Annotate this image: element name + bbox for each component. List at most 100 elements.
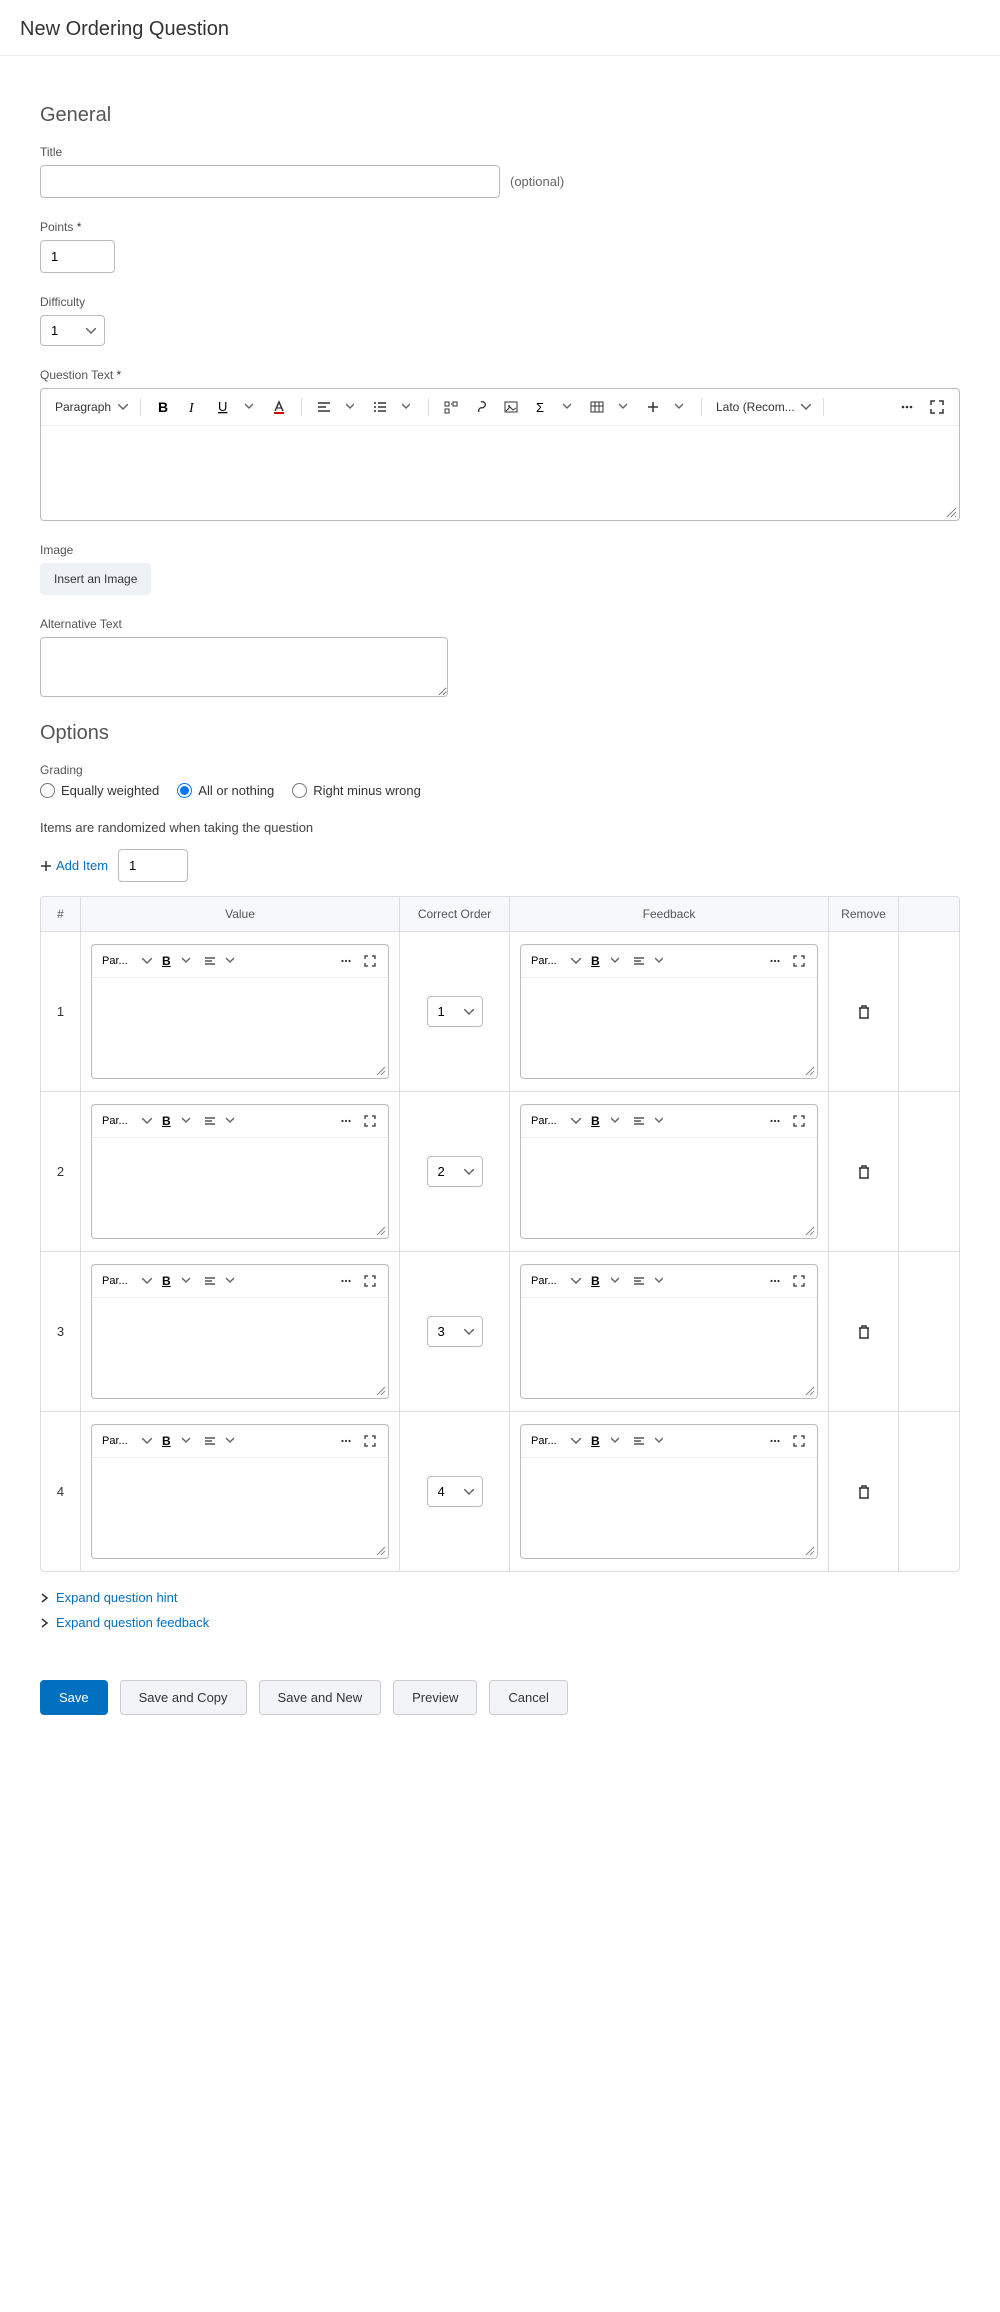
chevron-down-icon[interactable] [605, 1431, 625, 1451]
bold-icon[interactable]: B [156, 1271, 176, 1291]
equation-icon[interactable]: Σ [529, 395, 553, 419]
trash-icon[interactable] [857, 1004, 871, 1020]
more-icon[interactable] [336, 1271, 356, 1291]
paragraph-style-select[interactable]: Par... [100, 1274, 152, 1288]
link-icon[interactable] [469, 395, 493, 419]
more-icon[interactable] [336, 1431, 356, 1451]
order-select[interactable]: 4 [427, 1476, 483, 1507]
chevron-down-icon[interactable] [220, 1431, 240, 1451]
bold-icon[interactable]: B [151, 395, 175, 419]
editor-body[interactable] [521, 1138, 817, 1238]
bold-icon[interactable]: B [156, 1431, 176, 1451]
more-icon[interactable] [765, 1111, 785, 1131]
chevron-down-icon[interactable] [176, 951, 196, 971]
editor-body[interactable] [521, 1298, 817, 1398]
chevron-down-icon[interactable] [220, 1111, 240, 1131]
resize-handle-icon[interactable] [805, 1066, 815, 1076]
save-button[interactable]: Save [40, 1680, 108, 1715]
resize-handle-icon[interactable] [805, 1226, 815, 1236]
align-icon[interactable] [200, 951, 220, 971]
font-select[interactable]: Lato (Recom... [712, 398, 813, 416]
paragraph-style-select[interactable]: Paragraph [51, 398, 130, 416]
italic-icon[interactable]: I [181, 395, 205, 419]
fullscreen-icon[interactable] [789, 1111, 809, 1131]
chevron-down-icon[interactable] [220, 951, 240, 971]
chevron-down-icon[interactable] [605, 1271, 625, 1291]
plus-icon[interactable] [641, 395, 665, 419]
insert-image-button[interactable]: Insert an Image [40, 563, 151, 595]
cancel-button[interactable]: Cancel [489, 1680, 567, 1715]
bold-icon[interactable]: B [585, 951, 605, 971]
fullscreen-icon[interactable] [360, 1271, 380, 1291]
align-icon[interactable] [629, 1111, 649, 1131]
chevron-down-icon[interactable] [176, 1111, 196, 1131]
image-icon[interactable] [499, 395, 523, 419]
bold-icon[interactable]: B [156, 951, 176, 971]
underline-icon[interactable]: U [211, 395, 235, 419]
resize-handle-icon[interactable] [376, 1226, 386, 1236]
editor-body[interactable] [92, 1138, 388, 1238]
save-new-button[interactable]: Save and New [259, 1680, 382, 1715]
chevron-down-icon[interactable] [667, 395, 691, 419]
chevron-down-icon[interactable] [237, 395, 261, 419]
paragraph-style-select[interactable]: Par... [100, 1114, 152, 1128]
paragraph-style-select[interactable]: Par... [100, 1434, 152, 1448]
chevron-down-icon[interactable] [176, 1431, 196, 1451]
chevron-down-icon[interactable] [605, 1111, 625, 1131]
more-icon[interactable] [895, 395, 919, 419]
editor-body[interactable] [521, 1458, 817, 1558]
order-select[interactable]: 1 [427, 996, 483, 1027]
fullscreen-icon[interactable] [789, 951, 809, 971]
preview-button[interactable]: Preview [393, 1680, 477, 1715]
trash-icon[interactable] [857, 1324, 871, 1340]
paragraph-style-select[interactable]: Par... [529, 1114, 581, 1128]
feedback-editor[interactable]: Par... B [520, 1424, 818, 1559]
order-select[interactable]: 2 [427, 1156, 483, 1187]
align-icon[interactable] [629, 1431, 649, 1451]
chevron-down-icon[interactable] [605, 951, 625, 971]
feedback-editor[interactable]: Par... B [520, 1264, 818, 1399]
table-icon[interactable] [585, 395, 609, 419]
editor-body[interactable] [92, 1458, 388, 1558]
alt-text-input[interactable] [40, 637, 448, 697]
title-input[interactable] [40, 165, 500, 198]
paragraph-style-select[interactable]: Par... [100, 954, 152, 968]
value-editor[interactable]: Par... B [91, 1104, 389, 1239]
editor-body[interactable] [521, 978, 817, 1078]
align-icon[interactable] [312, 395, 336, 419]
editor-body[interactable] [92, 978, 388, 1078]
align-icon[interactable] [629, 1271, 649, 1291]
more-icon[interactable] [765, 1271, 785, 1291]
fullscreen-icon[interactable] [789, 1431, 809, 1451]
save-copy-button[interactable]: Save and Copy [120, 1680, 247, 1715]
chevron-down-icon[interactable] [338, 395, 362, 419]
fullscreen-icon[interactable] [360, 1111, 380, 1131]
chevron-down-icon[interactable] [649, 1431, 669, 1451]
question-text-body[interactable] [41, 426, 959, 520]
chevron-down-icon[interactable] [220, 1271, 240, 1291]
chevron-down-icon[interactable] [649, 1111, 669, 1131]
bold-icon[interactable]: B [156, 1111, 176, 1131]
editor-body[interactable] [92, 1298, 388, 1398]
expand-hint-button[interactable]: Expand question hint [40, 1590, 960, 1605]
grading-all-radio[interactable]: All or nothing [177, 783, 274, 798]
paragraph-style-select[interactable]: Par... [529, 1434, 581, 1448]
more-icon[interactable] [336, 1111, 356, 1131]
align-icon[interactable] [200, 1271, 220, 1291]
resize-handle-icon[interactable] [805, 1386, 815, 1396]
value-editor[interactable]: Par... B [91, 944, 389, 1079]
bold-icon[interactable]: B [585, 1431, 605, 1451]
more-icon[interactable] [765, 951, 785, 971]
text-color-icon[interactable] [267, 395, 291, 419]
feedback-editor[interactable]: Par... B [520, 944, 818, 1079]
chevron-down-icon[interactable] [176, 1271, 196, 1291]
paragraph-style-select[interactable]: Par... [529, 954, 581, 968]
resize-handle-icon[interactable] [376, 1386, 386, 1396]
fullscreen-icon[interactable] [789, 1271, 809, 1291]
resize-handle-icon[interactable] [805, 1546, 815, 1556]
trash-icon[interactable] [857, 1484, 871, 1500]
trash-icon[interactable] [857, 1164, 871, 1180]
expand-feedback-button[interactable]: Expand question feedback [40, 1615, 960, 1630]
add-item-count-input[interactable] [118, 849, 188, 882]
feedback-editor[interactable]: Par... B [520, 1104, 818, 1239]
